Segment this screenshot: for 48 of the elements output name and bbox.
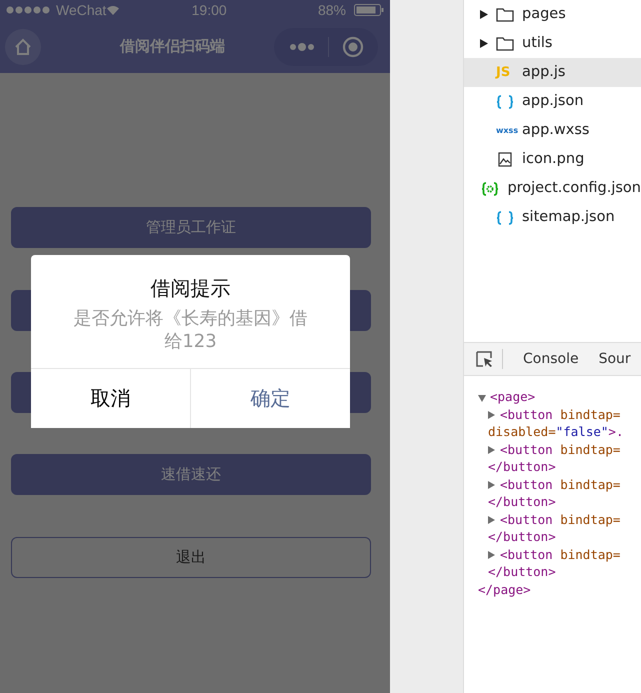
file-tree-item[interactable]: pages [464, 0, 641, 29]
folder-icon [496, 36, 514, 51]
code-line: disabled="false">. [487, 423, 624, 440]
code-line: </page> [478, 580, 532, 598]
code-line: </button> [487, 493, 557, 510]
time-label: 19:00 [192, 0, 228, 20]
more-button[interactable] [288, 42, 314, 50]
close-button[interactable] [342, 36, 364, 58]
nav-title: 借阅伴侣扫码端 [118, 36, 226, 58]
inspect-icon [476, 351, 494, 367]
js-file-icon: JS [496, 66, 514, 79]
signal-icon [6, 6, 52, 14]
wifi-icon [106, 5, 120, 15]
config-file-icon [481, 182, 500, 196]
battery-percent: 88% [318, 0, 346, 20]
code-line: </button> [487, 528, 557, 546]
code-line: <button bindtap= [478, 546, 641, 563]
more-icon [288, 42, 314, 50]
code-line: </button> [487, 563, 557, 580]
code-line: <button bindtap= [478, 510, 641, 528]
carrier-label: WeChat [56, 0, 106, 20]
home-button[interactable] [5, 28, 41, 64]
file-tree-item[interactable]: wxss app.wxss [464, 116, 641, 145]
dialog-message: 是否允许将《长寿的基因》借给123 [72, 307, 308, 354]
file-tree-item[interactable]: app.json [464, 87, 641, 116]
devtools-tab[interactable]: Sour [588, 348, 641, 370]
cancel-button[interactable]: 取消 [31, 368, 191, 428]
image-file-icon [496, 152, 514, 167]
folder-icon [496, 7, 514, 22]
dialog-title: 借阅提示 [150, 275, 232, 302]
braces-icon [496, 210, 514, 224]
code-line: <button bindtap= [478, 440, 641, 458]
code-line: <page> [478, 388, 641, 406]
file-tree-item[interactable]: project.config.json [464, 174, 641, 203]
battery-icon [354, 4, 384, 16]
file-tree-item[interactable]: utils [464, 29, 641, 58]
file-tree-item[interactable]: sitemap.json [464, 203, 641, 232]
home-icon [13, 36, 33, 56]
code-line: <button bindtap= [478, 476, 641, 493]
code-line: <button bindtap= [478, 406, 641, 423]
file-tree-item[interactable]: icon.png [464, 145, 641, 174]
file-tree-item[interactable]: JS app.js [464, 58, 641, 87]
expand-arrow-icon [480, 10, 488, 19]
braces-icon [496, 94, 514, 108]
target-icon [342, 36, 364, 58]
devtools-tab[interactable]: Console [503, 348, 589, 370]
expand-arrow-icon [480, 39, 488, 48]
code-line: </button> [487, 458, 557, 476]
